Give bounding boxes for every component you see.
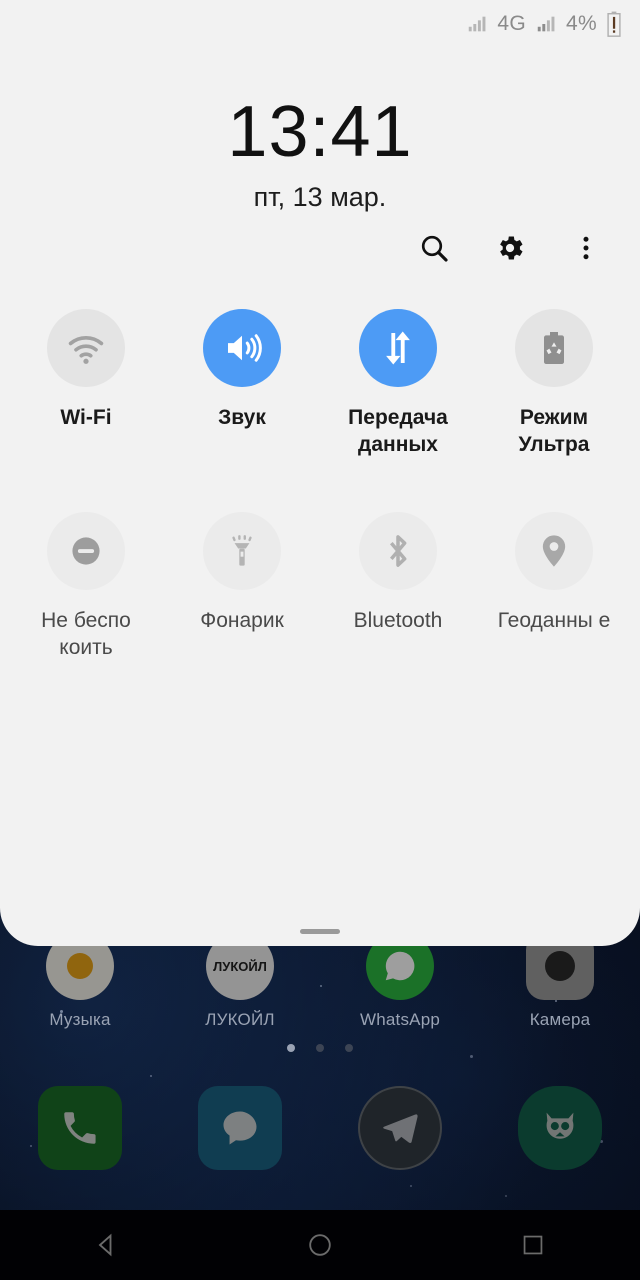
back-button[interactable] — [62, 1210, 152, 1280]
phone-screen: Музыка ЛУКОЙЛ ЛУКОЙЛ WhatsApp Камера 4G … — [0, 0, 640, 1280]
quick-settings-panel: 4G 4% 13:41 пт, 13 мар. Wi-Fi Звук Перед… — [0, 0, 640, 946]
dock-item-owl[interactable] — [480, 1086, 640, 1170]
overflow-menu-button[interactable] — [566, 228, 606, 268]
quick-settings-row-1: Wi-Fi Звук Передача данных Режим Ультра — [0, 309, 640, 458]
page-dot[interactable] — [316, 1044, 324, 1052]
tile-label: Bluetooth — [353, 609, 443, 632]
battery-percent-label: 4% — [566, 12, 597, 35]
tile-wifi[interactable]: Wi-Fi — [8, 309, 164, 458]
bluetooth-icon[interactable] — [359, 512, 437, 590]
quick-settings-actions — [0, 219, 640, 277]
panel-drag-handle[interactable] — [300, 929, 340, 934]
settings-button[interactable] — [490, 228, 530, 268]
location-pin-icon[interactable] — [515, 512, 593, 590]
data-transfer-icon[interactable] — [359, 309, 437, 387]
wifi-icon[interactable] — [47, 309, 125, 387]
tile-label: Wi-Fi — [60, 406, 112, 429]
telegram-icon[interactable] — [358, 1086, 442, 1170]
do-not-disturb-icon[interactable] — [47, 512, 125, 590]
tile-sound[interactable]: Звук — [164, 309, 320, 458]
battery-saver-icon[interactable] — [515, 309, 593, 387]
tile-bluetooth[interactable]: Bluetooth — [320, 512, 476, 661]
dock-item-phone[interactable] — [0, 1086, 160, 1170]
tile-label: Звук — [218, 406, 266, 429]
tile-flashlight[interactable]: Фонарик — [164, 512, 320, 661]
clock-block: 13:41 пт, 13 мар. — [0, 94, 640, 213]
owl-icon[interactable] — [518, 1086, 602, 1170]
tile-do-not-disturb[interactable]: Не беспо коить — [8, 512, 164, 661]
tile-location[interactable]: Геоданны е — [476, 512, 632, 661]
quick-settings-row-2: Не беспо коить Фонарик Bluetooth Геоданн… — [0, 512, 640, 661]
home-app-label: Музыка — [49, 1010, 111, 1029]
home-button[interactable] — [275, 1210, 365, 1280]
tile-label: Геоданны е — [497, 609, 611, 632]
home-app-item[interactable]: ЛУКОЙЛ ЛУКОЙЛ — [160, 932, 320, 1030]
clock-time: 13:41 — [227, 92, 413, 172]
phone-icon[interactable] — [38, 1086, 122, 1170]
dock-item-telegram[interactable] — [320, 1086, 480, 1170]
tile-label: Режим Ультра — [518, 406, 590, 456]
volume-up-icon[interactable] — [203, 309, 281, 387]
battery-low-alert-icon — [607, 11, 621, 37]
network-type-label: 4G — [497, 12, 527, 35]
home-app-label: Камера — [529, 1010, 591, 1029]
tile-label: Фонарик — [200, 609, 284, 632]
dock-item-messages[interactable] — [160, 1086, 320, 1170]
signal-bars-icon — [469, 16, 486, 32]
dock — [0, 1086, 640, 1170]
tile-mobile-data[interactable]: Передача данных — [320, 309, 476, 458]
clock-date: пт, 13 мар. — [253, 182, 387, 212]
tile-label: Передача данных — [348, 406, 448, 456]
home-app-item[interactable]: WhatsApp — [320, 932, 480, 1030]
flashlight-icon[interactable] — [203, 512, 281, 590]
recents-button[interactable] — [488, 1210, 578, 1280]
home-app-row: Музыка ЛУКОЙЛ ЛУКОЙЛ WhatsApp Камера — [0, 932, 640, 1030]
page-dot[interactable] — [345, 1044, 353, 1052]
home-app-label: WhatsApp — [359, 1010, 441, 1029]
status-bar: 4G 4% — [0, 0, 640, 48]
signal-bars-icon — [537, 16, 555, 32]
page-indicator — [0, 1044, 640, 1052]
page-dot[interactable] — [287, 1044, 295, 1052]
search-button[interactable] — [414, 228, 454, 268]
home-app-item[interactable]: Камера — [480, 932, 640, 1030]
tile-ultra-mode[interactable]: Режим Ультра — [476, 309, 632, 458]
message-bubble-icon[interactable] — [198, 1086, 282, 1170]
navigation-bar — [0, 1210, 640, 1280]
home-app-label: ЛУКОЙЛ — [205, 1010, 275, 1029]
tile-label: Не беспо коить — [41, 609, 131, 659]
home-app-item[interactable]: Музыка — [0, 932, 160, 1030]
